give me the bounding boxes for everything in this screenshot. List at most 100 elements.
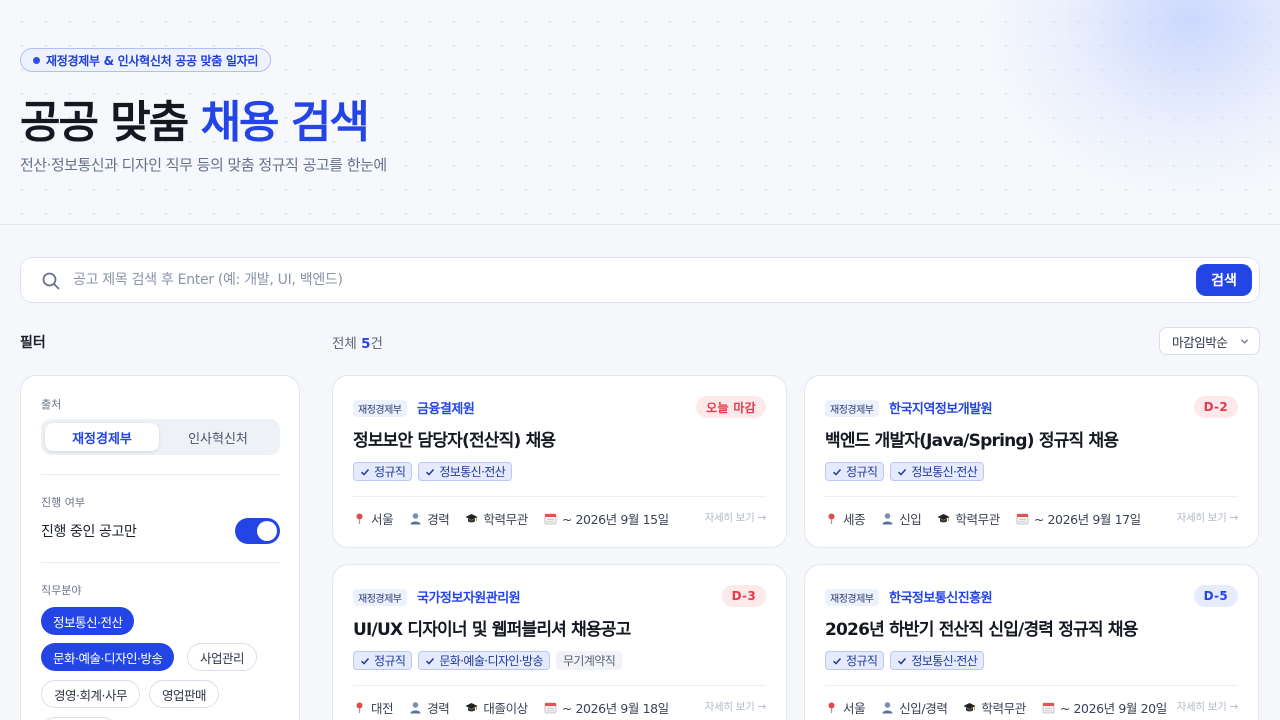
dday-badge: D-5: [1193, 585, 1238, 607]
source-option-mofe[interactable]: 재정경제부: [45, 423, 159, 451]
check-icon: [360, 468, 370, 476]
graduation-cap-icon: [465, 703, 478, 712]
job-tag-text: 문화·예술·디자인·방송: [439, 654, 543, 668]
toggle-knob: [257, 521, 277, 541]
location-text: 세종: [843, 512, 866, 527]
source-segmented-control: 재정경제부 인사혁신처: [41, 419, 280, 455]
calendar-icon: [544, 702, 557, 714]
job-title[interactable]: 백엔드 개발자(Java/Spring) 정규직 채용: [825, 426, 1119, 451]
check-icon: [898, 657, 907, 665]
hero-badge-text: 재정경제부 & 인사혁신처 공공 맞춤 일자리: [46, 53, 259, 68]
meta-location: 서울: [353, 509, 394, 528]
career-text: 신입/경력: [899, 701, 948, 716]
ongoing-toggle-label: 진행 중인 공고만: [41, 524, 137, 540]
dday-badge: D-3: [721, 585, 766, 607]
job-meta: 서울 경력 학력무관 ~ 2026년 9월 15일: [353, 509, 685, 528]
job-card[interactable]: 재정경제부 국가정보자원관리원 D-3 UI/UX 디자이너 및 웹퍼블리셔 채…: [332, 564, 787, 720]
job-card[interactable]: 재정경제부 한국지역정보개발원 D-2 백엔드 개발자(Java/Spring)…: [804, 375, 1259, 548]
pin-icon: [828, 702, 835, 713]
source-option-mpm[interactable]: 인사혁신처: [161, 423, 275, 451]
location-text: 서울: [371, 512, 394, 527]
dday-badge: D-2: [1193, 396, 1238, 418]
job-tag-text: 정규직: [374, 654, 406, 668]
pin-icon: [828, 513, 835, 524]
meta-career: 경력: [409, 698, 450, 717]
search-icon: [42, 272, 60, 290]
meta-location: 대전: [353, 698, 394, 717]
job-tag-text: 무기계약직: [562, 654, 616, 668]
meta-career: 신입: [881, 509, 922, 528]
job-title[interactable]: UI/UX 디자이너 및 웹퍼블리셔 채용공고: [353, 615, 631, 640]
tag-list: 정규직 정보통신·전산: [825, 651, 985, 670]
field-chip-management[interactable]: 경영·회계·사무: [41, 680, 140, 708]
detail-link[interactable]: 자세히 보기 →: [705, 699, 767, 714]
filter-panel: 출처 재정경제부 인사혁신처 진행 여부 진행 중인 공고만 직무분야 정보통신…: [20, 375, 300, 720]
job-card[interactable]: 재정경제부 금융결제원 오늘 마감 정보보안 담당자(전산직) 채용 정규직 정보…: [332, 375, 787, 548]
ongoing-toggle[interactable]: [235, 518, 280, 544]
job-tag: 정규직: [353, 651, 413, 670]
tag-list: 정규직 정보통신·전산: [353, 462, 513, 481]
check-icon: [832, 468, 842, 476]
job-tag: 정규직: [825, 651, 885, 670]
field-label: 직무분야: [41, 584, 82, 597]
job-meta: 대전 경력 대졸이상 ~ 2026년 9월 18일: [353, 698, 685, 717]
meta-education: 학력무관: [465, 509, 528, 528]
meta-location: 서울: [825, 698, 866, 717]
hero-section: 재정경제부 & 인사혁신처 공공 맞춤 일자리 공공 맞춤 채용 검색 전산·정…: [0, 0, 1280, 225]
meta-career: 신입/경력: [881, 698, 948, 717]
calendar-icon: [544, 513, 557, 525]
detail-link[interactable]: 자세히 보기 →: [1177, 699, 1239, 714]
check-icon: [898, 468, 907, 476]
field-chip-sales[interactable]: 영업판매: [149, 680, 220, 708]
field-chip-project[interactable]: 사업관리: [187, 643, 258, 671]
meta-career: 경력: [409, 509, 450, 528]
job-tag-text: 정보통신·전산: [911, 654, 978, 668]
deadline-text: ~ 2026년 9월 18일: [561, 701, 669, 716]
filter-title: 필터: [20, 335, 46, 351]
source-tag: 재정경제부: [353, 589, 407, 606]
search-button[interactable]: 검색: [1196, 264, 1252, 296]
source-label: 출처: [41, 398, 62, 411]
card-divider: [825, 496, 1238, 497]
check-icon: [426, 657, 435, 665]
sort-select[interactable]: 마감임박순: [1159, 327, 1260, 355]
location-text: 대전: [371, 701, 394, 716]
check-icon: [426, 468, 435, 476]
pin-icon: [356, 702, 363, 713]
detail-link[interactable]: 자세히 보기 →: [1177, 510, 1239, 525]
deadline-text: ~ 2026년 9월 15일: [561, 512, 669, 527]
sort-select-value: 마감임박순: [1172, 334, 1228, 350]
deadline-text: ~ 2026년 9월 20일: [1059, 701, 1167, 716]
job-tag-text: 정규직: [374, 465, 406, 479]
job-tag: 정보통신·전산: [418, 462, 513, 481]
job-tag-text: 정규직: [846, 654, 878, 668]
job-tag: 정보통신·전산: [890, 462, 985, 481]
dday-badge: 오늘 마감: [696, 396, 766, 418]
page-title-accent: 채용 검색: [200, 97, 370, 148]
education-text: 학력무관: [981, 701, 1026, 716]
detail-link[interactable]: 자세히 보기 →: [705, 510, 767, 525]
card-divider: [825, 685, 1238, 686]
field-chip-design[interactable]: 문화·예술·디자인·방송: [41, 643, 175, 671]
result-count-prefix: 전체: [332, 336, 362, 352]
person-icon: [410, 702, 421, 714]
check-icon: [360, 657, 370, 665]
field-chip-it[interactable]: 정보통신·전산: [41, 607, 135, 635]
job-card[interactable]: 재정경제부 한국정보통신진흥원 D-5 2026년 하반기 전산직 신입/경력 …: [804, 564, 1259, 720]
deadline-text: ~ 2026년 9월 17일: [1033, 512, 1141, 527]
search-input[interactable]: [73, 266, 1153, 294]
meta-deadline: ~ 2026년 9월 18일: [544, 698, 669, 717]
job-title[interactable]: 2026년 하반기 전산직 신입/경력 정규직 채용: [825, 615, 1138, 640]
check-icon: [832, 657, 842, 665]
job-tag-text: 정보통신·전산: [911, 465, 978, 479]
tag-list: 정규직 정보통신·전산: [825, 462, 985, 481]
organization-name: 한국정보통신진흥원: [889, 591, 993, 606]
job-title[interactable]: 정보보안 담당자(전산직) 채용: [353, 426, 556, 451]
education-text: 학력무관: [955, 512, 1000, 527]
source-tag: 재정경제부: [825, 400, 879, 417]
graduation-cap-icon: [937, 514, 950, 523]
divider: [41, 562, 280, 563]
meta-location: 세종: [825, 509, 866, 528]
search-bar: 검색: [20, 257, 1260, 303]
education-text: 학력무관: [483, 512, 528, 527]
